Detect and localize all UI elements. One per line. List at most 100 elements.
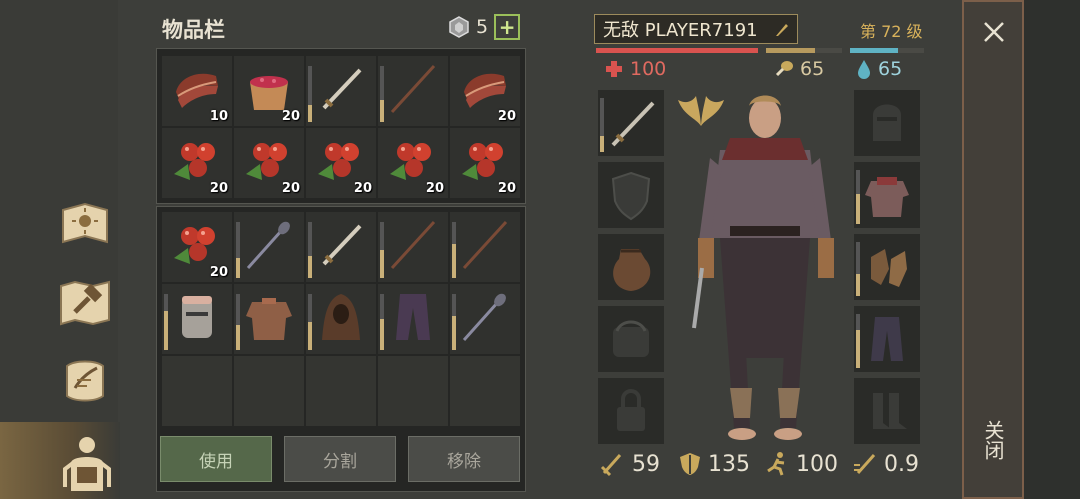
sword-icon (322, 68, 362, 110)
sun-book-icon (62, 202, 108, 244)
mace-spear-icon (462, 293, 506, 342)
equip-legs-slot[interactable] (854, 306, 920, 372)
character-avatar (692, 95, 834, 440)
hammer-map-icon (60, 280, 110, 326)
health-bar (596, 48, 758, 53)
nav-skills-button[interactable] (56, 198, 114, 250)
inventory-slot[interactable] (378, 284, 448, 354)
durability-bar (236, 294, 240, 350)
inventory-slot[interactable]: 20 (162, 212, 232, 282)
backpack-person-icon (63, 437, 111, 491)
durability-bar (380, 222, 384, 278)
durability-bar (164, 294, 168, 350)
hood-icon (322, 294, 360, 340)
inventory-slot[interactable] (306, 212, 376, 282)
inventory-slot[interactable]: 20 (234, 128, 304, 198)
player-name-box[interactable]: 无敌 PLAYER7191 (594, 14, 798, 44)
equip-body-slot[interactable] (854, 162, 920, 228)
inventory-slot-empty[interactable] (234, 356, 304, 426)
defense-stat: 135 (678, 451, 750, 477)
spear-icon (390, 64, 436, 114)
inventory-slot[interactable]: 10 (162, 56, 232, 126)
berries-icon (390, 143, 431, 180)
helmet-icon (182, 296, 212, 338)
inventory-title: 物品栏 (162, 18, 225, 42)
currency-count: 5 (476, 16, 489, 38)
satchel-icon (613, 320, 649, 357)
durability-bar (856, 314, 860, 368)
equip-head-slot[interactable] (854, 90, 920, 156)
nav-journal-button[interactable] (56, 356, 114, 408)
durability-bar (600, 98, 604, 152)
inventory-slot[interactable] (378, 212, 448, 282)
durability-bar (308, 222, 312, 278)
durability-bar (236, 222, 240, 278)
boots-placeholder-icon (873, 393, 907, 429)
equip-feet-slot[interactable] (854, 378, 920, 444)
split-button[interactable]: 分割 (284, 436, 396, 482)
attack-speed-stat: 0.9 (852, 451, 919, 477)
pants-icon (396, 294, 430, 340)
close-icon[interactable] (980, 18, 1008, 46)
inventory-slot[interactable] (378, 56, 448, 126)
durability-bar (856, 170, 860, 224)
drumstick-icon (775, 61, 793, 77)
thirst-stat: 65 (856, 58, 902, 80)
equip-bag-slot[interactable] (598, 234, 664, 300)
hunger-bar (766, 48, 842, 53)
equip-shield-slot[interactable] (598, 162, 664, 228)
inventory-slot[interactable] (450, 212, 520, 282)
health-value: 100 (630, 58, 667, 80)
inventory-slot[interactable]: 20 (450, 56, 520, 126)
item-quantity: 10 (209, 109, 228, 124)
inventory-slot-empty[interactable] (450, 356, 520, 426)
spear-icon (390, 220, 436, 270)
pouch-icon (613, 249, 651, 291)
inventory-slot[interactable] (306, 284, 376, 354)
sword-icon (322, 224, 362, 266)
inventory-slot-empty[interactable] (306, 356, 376, 426)
shield-icon (611, 171, 651, 221)
use-button[interactable]: 使用 (160, 436, 272, 482)
speed-value: 100 (796, 451, 838, 477)
inventory-slot-empty[interactable] (378, 356, 448, 426)
inventory-slot[interactable] (450, 284, 520, 354)
sword-icon (611, 101, 655, 147)
inventory-slot[interactable] (162, 284, 232, 354)
berries-icon (174, 143, 215, 180)
close-label[interactable]: 关闭 (981, 420, 1008, 460)
inventory-slot[interactable] (234, 284, 304, 354)
inventory-slot[interactable]: 20 (306, 128, 376, 198)
chainmail-icon (246, 298, 292, 340)
inventory-slot[interactable] (306, 56, 376, 126)
thirst-value: 65 (878, 58, 903, 80)
item-quantity: 20 (497, 181, 516, 196)
defense-value: 135 (708, 451, 750, 477)
speed-stat: 100 (764, 451, 838, 477)
equip-pouch-slot[interactable] (598, 306, 664, 372)
inventory-slot[interactable]: 20 (378, 128, 448, 198)
running-icon (767, 452, 785, 476)
inventory-main-grid: 10 20 20 20 20 20 20 20 (162, 56, 520, 198)
shield-stat-icon (680, 453, 700, 475)
attack-speed-value: 0.9 (884, 451, 919, 477)
durability-bar (380, 66, 384, 122)
inventory-bag-grid: 20 (162, 212, 520, 426)
nav-inventory-button[interactable] (58, 432, 116, 494)
sword-hand-icon (600, 454, 622, 477)
inventory-slot[interactable]: 20 (450, 128, 520, 198)
inventory-slot[interactable]: 20 (234, 56, 304, 126)
item-quantity: 20 (209, 265, 228, 280)
equip-hands-slot[interactable] (854, 234, 920, 300)
inventory-slot[interactable] (234, 212, 304, 282)
inventory-slot[interactable]: 20 (162, 128, 232, 198)
player-name: 无敌 PLAYER7191 (603, 20, 758, 41)
item-quantity: 20 (281, 109, 300, 124)
add-currency-button[interactable]: + (494, 14, 521, 40)
equip-locked-slot[interactable] (598, 378, 664, 444)
remove-button[interactable]: 移除 (408, 436, 520, 482)
equip-weapon-slot[interactable] (598, 90, 664, 156)
nav-crafting-button[interactable] (56, 276, 114, 328)
durability-bar (308, 66, 312, 122)
inventory-slot-empty[interactable] (162, 356, 232, 426)
